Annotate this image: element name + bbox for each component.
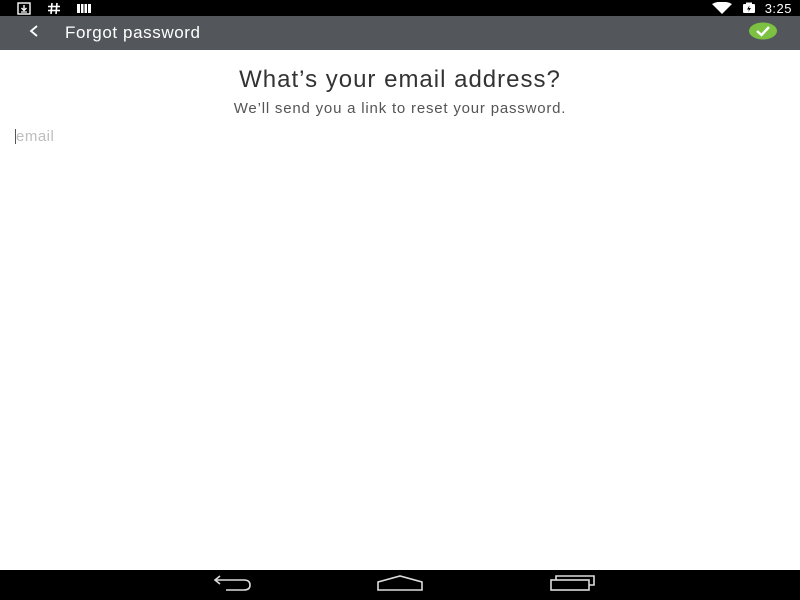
- back-icon: [206, 574, 252, 596]
- nav-back-button[interactable]: [197, 570, 261, 600]
- status-left-icons: [16, 0, 92, 16]
- wifi-icon: [711, 1, 733, 15]
- status-time: 3:25: [764, 0, 792, 16]
- hash-icon: [46, 1, 62, 15]
- download-icon: [16, 1, 32, 15]
- nav-recents-button[interactable]: [540, 570, 604, 600]
- navigation-bar: [0, 570, 800, 600]
- recents-icon: [548, 574, 596, 596]
- text-caret: [15, 129, 16, 144]
- status-bar: 3:25: [0, 0, 800, 16]
- home-icon: [375, 574, 425, 596]
- action-bar: Forgot password: [0, 16, 800, 50]
- nav-home-button[interactable]: [368, 570, 432, 600]
- forgot-password-screen: 3:25 Forgot password What’s your email a…: [0, 0, 800, 600]
- main-content: What’s your email address? We’ll send yo…: [0, 50, 800, 570]
- email-field[interactable]: [14, 126, 314, 146]
- page-heading: What’s your email address?: [239, 66, 561, 93]
- status-right-icons: 3:25: [711, 0, 792, 16]
- confirm-button[interactable]: [746, 22, 780, 44]
- storage-icon: [76, 1, 92, 15]
- page-title: Forgot password: [65, 23, 201, 42]
- chevron-left-icon: [28, 24, 40, 43]
- back-button[interactable]: [14, 16, 54, 50]
- check-circle-icon: [748, 22, 778, 45]
- page-subheading: We’ll send you a link to reset your pass…: [233, 100, 567, 117]
- battery-icon: [741, 1, 757, 15]
